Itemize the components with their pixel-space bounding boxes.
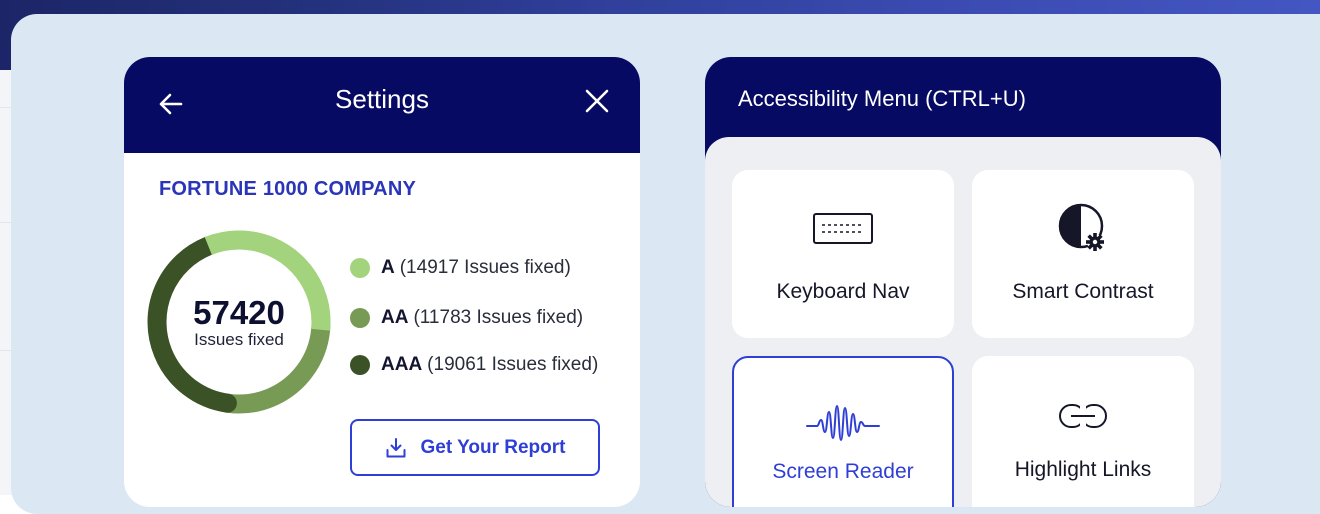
legend-level: AA (381, 307, 409, 328)
legend-dot (350, 308, 370, 328)
accessibility-title: Accessibility Menu (CTRL+U) (738, 86, 1026, 111)
total-issues-number: 57420 (193, 294, 285, 331)
download-icon (386, 437, 405, 457)
tile-label: Screen Reader (772, 460, 914, 483)
settings-title: Settings (335, 84, 429, 114)
legend-item-aa: AA (11783 Issues fixed) (350, 307, 583, 329)
legend-text: (11783 Issues fixed) (413, 307, 584, 328)
legend-text: (14917 Issues fixed) (399, 257, 571, 278)
accessibility-body: Keyboard Nav Smart Contrast Screen Reade… (705, 137, 1221, 507)
tile-highlight-links[interactable]: Highlight Links (972, 356, 1194, 507)
company-heading: FORTUNE 1000 COMPANY (159, 178, 417, 200)
settings-panel: Settings FORTUNE 1000 COMPANY 57420 Issu… (124, 57, 640, 507)
legend-dot (350, 258, 370, 278)
contrast-icon (1058, 203, 1104, 251)
tile-smart-contrast[interactable]: Smart Contrast (972, 170, 1194, 338)
tile-label: Keyboard Nav (776, 280, 910, 303)
legend-item-a: A (14917 Issues fixed) (350, 257, 571, 279)
get-report-label: Get Your Report (420, 436, 566, 458)
legend-item-aaa: AAA (19061 Issues fixed) (350, 354, 598, 376)
tile-label: Highlight Links (1014, 458, 1152, 481)
keyboard-icon (813, 213, 873, 244)
issues-donut-chart: 57420 Issues fixed (146, 229, 332, 415)
legend-dot (350, 355, 370, 375)
close-icon (585, 89, 609, 113)
donut-center: 57420 Issues fixed (146, 229, 332, 415)
tile-label: Smart Contrast (1012, 280, 1154, 303)
close-button[interactable] (580, 84, 614, 118)
legend-text: (19061 Issues fixed) (427, 354, 599, 375)
link-icon (1059, 404, 1107, 428)
accessibility-panel: Accessibility Menu (CTRL+U) Keyboard Nav (705, 57, 1221, 507)
total-issues-label: Issues fixed (194, 330, 284, 349)
legend-level: AAA (381, 354, 423, 375)
get-report-button[interactable]: Get Your Report (350, 419, 600, 476)
tile-screen-reader[interactable]: Screen Reader (732, 356, 954, 507)
legend-level: A (381, 257, 395, 278)
soundwave-icon (806, 405, 880, 441)
settings-header: Settings (124, 57, 640, 153)
tile-keyboard-nav[interactable]: Keyboard Nav (732, 170, 954, 338)
